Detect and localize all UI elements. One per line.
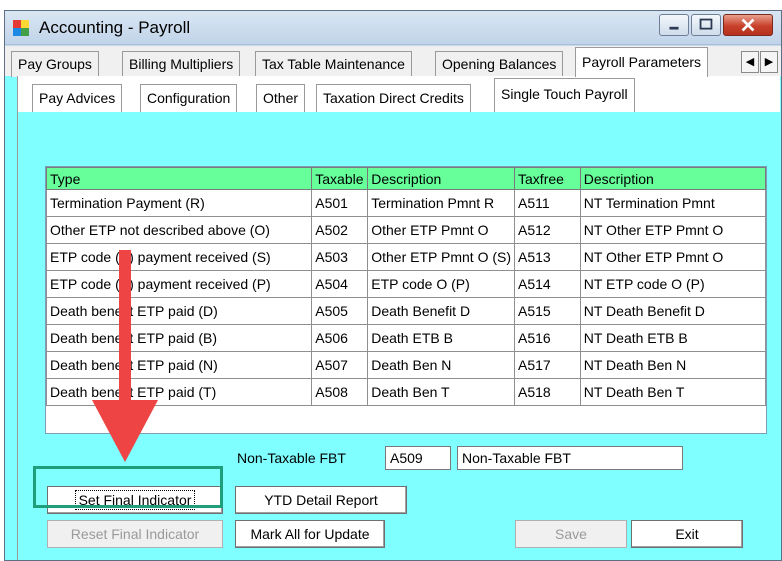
cell-taxfree[interactable]: A515 bbox=[514, 297, 581, 325]
cell-taxfree-description[interactable]: NT Death Ben T bbox=[579, 378, 767, 406]
column-header-type[interactable]: Type bbox=[45, 167, 313, 190]
tab-pay-advices[interactable]: Pay Advices bbox=[32, 84, 123, 112]
arrow-down-icon bbox=[92, 250, 158, 462]
cell-taxable[interactable]: A503 bbox=[311, 243, 369, 271]
cell-taxfree[interactable]: A511 bbox=[514, 189, 581, 217]
highlight-box bbox=[33, 466, 223, 508]
cell-description[interactable]: ETP code O (P) bbox=[367, 270, 516, 298]
minimize-button[interactable] bbox=[659, 14, 689, 36]
cell-taxfree-description[interactable]: NT Termination Pmnt bbox=[579, 189, 767, 217]
ytd-detail-report-button[interactable]: YTD Detail Report bbox=[235, 486, 407, 514]
tab-taxation-direct-credits[interactable]: Taxation Direct Credits bbox=[316, 84, 471, 112]
cell-taxable[interactable]: A506 bbox=[311, 324, 369, 352]
cell-description[interactable]: Death Ben T bbox=[367, 378, 516, 406]
exit-button[interactable]: Exit bbox=[631, 520, 743, 548]
inner-tab-strip: Pay Advices Configuration Other Taxation… bbox=[18, 76, 780, 112]
cell-taxable[interactable]: A507 bbox=[311, 351, 369, 379]
cell-description[interactable]: Termination Pmnt R bbox=[367, 189, 516, 217]
tab-single-touch-payroll[interactable]: Single Touch Payroll bbox=[494, 78, 635, 112]
tab-pay-groups[interactable]: Pay Groups bbox=[11, 51, 99, 77]
cell-taxfree-description[interactable]: NT Other ETP Pmnt O bbox=[579, 216, 767, 244]
cell-description[interactable]: Death Ben N bbox=[367, 351, 516, 379]
window-title: Accounting - Payroll bbox=[39, 18, 191, 37]
save-button[interactable]: Save bbox=[515, 520, 627, 548]
tab-scroll-right-button[interactable]: ▶ bbox=[760, 51, 778, 73]
fbt-description-field[interactable]: Non-Taxable FBT bbox=[457, 446, 683, 470]
title-bar: Accounting - Payroll bbox=[5, 11, 781, 45]
cell-type[interactable]: Other ETP not described above (O) bbox=[45, 216, 313, 244]
cell-description[interactable]: Death ETB B bbox=[367, 324, 516, 352]
cell-type[interactable]: Death benefit ETP paid (T) bbox=[45, 378, 313, 406]
cell-taxable[interactable]: A508 bbox=[311, 378, 369, 406]
cell-description[interactable]: Death Benefit D bbox=[367, 297, 516, 325]
cell-type[interactable]: ETP code (S) payment received (S) bbox=[45, 243, 313, 271]
fbt-code-field[interactable]: A509 bbox=[385, 446, 451, 470]
cell-type[interactable]: ETP code (P) payment received (P) bbox=[45, 270, 313, 298]
minimize-icon bbox=[669, 26, 679, 30]
outer-tab-strip: Pay Groups Billing Multipliers Tax Table… bbox=[5, 46, 781, 77]
cell-taxfree-description[interactable]: NT Death Ben N bbox=[579, 351, 767, 379]
table-row[interactable]: Termination Payment (R) A501 Termination… bbox=[45, 189, 767, 217]
cell-taxable[interactable]: A504 bbox=[311, 270, 369, 298]
close-button[interactable] bbox=[723, 14, 773, 36]
mark-all-for-update-button[interactable]: Mark All for Update bbox=[235, 520, 385, 548]
cell-type[interactable]: Death benefit ETP paid (N) bbox=[45, 351, 313, 379]
cell-description[interactable]: Other ETP Pmnt O (S) bbox=[367, 243, 516, 271]
cell-taxfree-description[interactable]: NT Death Benefit D bbox=[579, 297, 767, 325]
cell-taxable[interactable]: A501 bbox=[311, 189, 369, 217]
fbt-label: Non-Taxable FBT bbox=[237, 450, 346, 466]
maximize-button[interactable] bbox=[691, 14, 721, 36]
cell-taxfree[interactable]: A513 bbox=[514, 243, 581, 271]
tab-opening-balances[interactable]: Opening Balances bbox=[435, 51, 564, 77]
cell-taxfree[interactable]: A516 bbox=[514, 324, 581, 352]
cell-taxfree-description[interactable]: NT ETP code O (P) bbox=[579, 270, 767, 298]
triangle-right-icon: ▶ bbox=[764, 56, 774, 68]
cell-taxfree-description[interactable]: NT Death ETB B bbox=[579, 324, 767, 352]
tab-configuration[interactable]: Configuration bbox=[140, 84, 238, 112]
cell-taxfree-description[interactable]: NT Other ETP Pmnt O bbox=[579, 243, 767, 271]
cell-description[interactable]: Other ETP Pmnt O bbox=[367, 216, 516, 244]
cell-taxable[interactable]: A505 bbox=[311, 297, 369, 325]
column-header-taxfree-description[interactable]: Description bbox=[579, 167, 767, 190]
close-icon bbox=[741, 18, 755, 32]
reset-final-indicator-button[interactable]: Reset Final Indicator bbox=[47, 520, 223, 548]
column-header-description[interactable]: Description bbox=[367, 167, 516, 190]
cell-taxfree[interactable]: A512 bbox=[514, 216, 581, 244]
cell-taxfree[interactable]: A514 bbox=[514, 270, 581, 298]
tab-billing-multipliers[interactable]: Billing Multipliers bbox=[122, 51, 241, 77]
maximize-icon bbox=[699, 18, 713, 30]
cell-type[interactable]: Death benefit ETP paid (D) bbox=[45, 297, 313, 325]
tab-scroll-left-button[interactable]: ◀ bbox=[741, 51, 759, 73]
column-header-taxfree[interactable]: Taxfree bbox=[514, 167, 581, 190]
tab-payroll-parameters[interactable]: Payroll Parameters bbox=[575, 47, 709, 77]
app-icon bbox=[13, 20, 29, 36]
cell-type[interactable]: Termination Payment (R) bbox=[45, 189, 313, 217]
triangle-left-icon: ◀ bbox=[745, 56, 755, 68]
table-row[interactable]: Other ETP not described above (O) A502 O… bbox=[45, 216, 767, 244]
tab-tax-table-maintenance[interactable]: Tax Table Maintenance bbox=[255, 51, 412, 77]
cell-taxable[interactable]: A502 bbox=[311, 216, 369, 244]
column-header-taxable[interactable]: Taxable bbox=[311, 167, 369, 190]
cell-taxfree[interactable]: A518 bbox=[514, 378, 581, 406]
grid-header-row: Type Taxable Description Taxfree Descrip… bbox=[45, 167, 767, 190]
tab-other[interactable]: Other bbox=[256, 84, 306, 112]
cell-type[interactable]: Death benefit ETP paid (B) bbox=[45, 324, 313, 352]
cell-taxfree[interactable]: A517 bbox=[514, 351, 581, 379]
